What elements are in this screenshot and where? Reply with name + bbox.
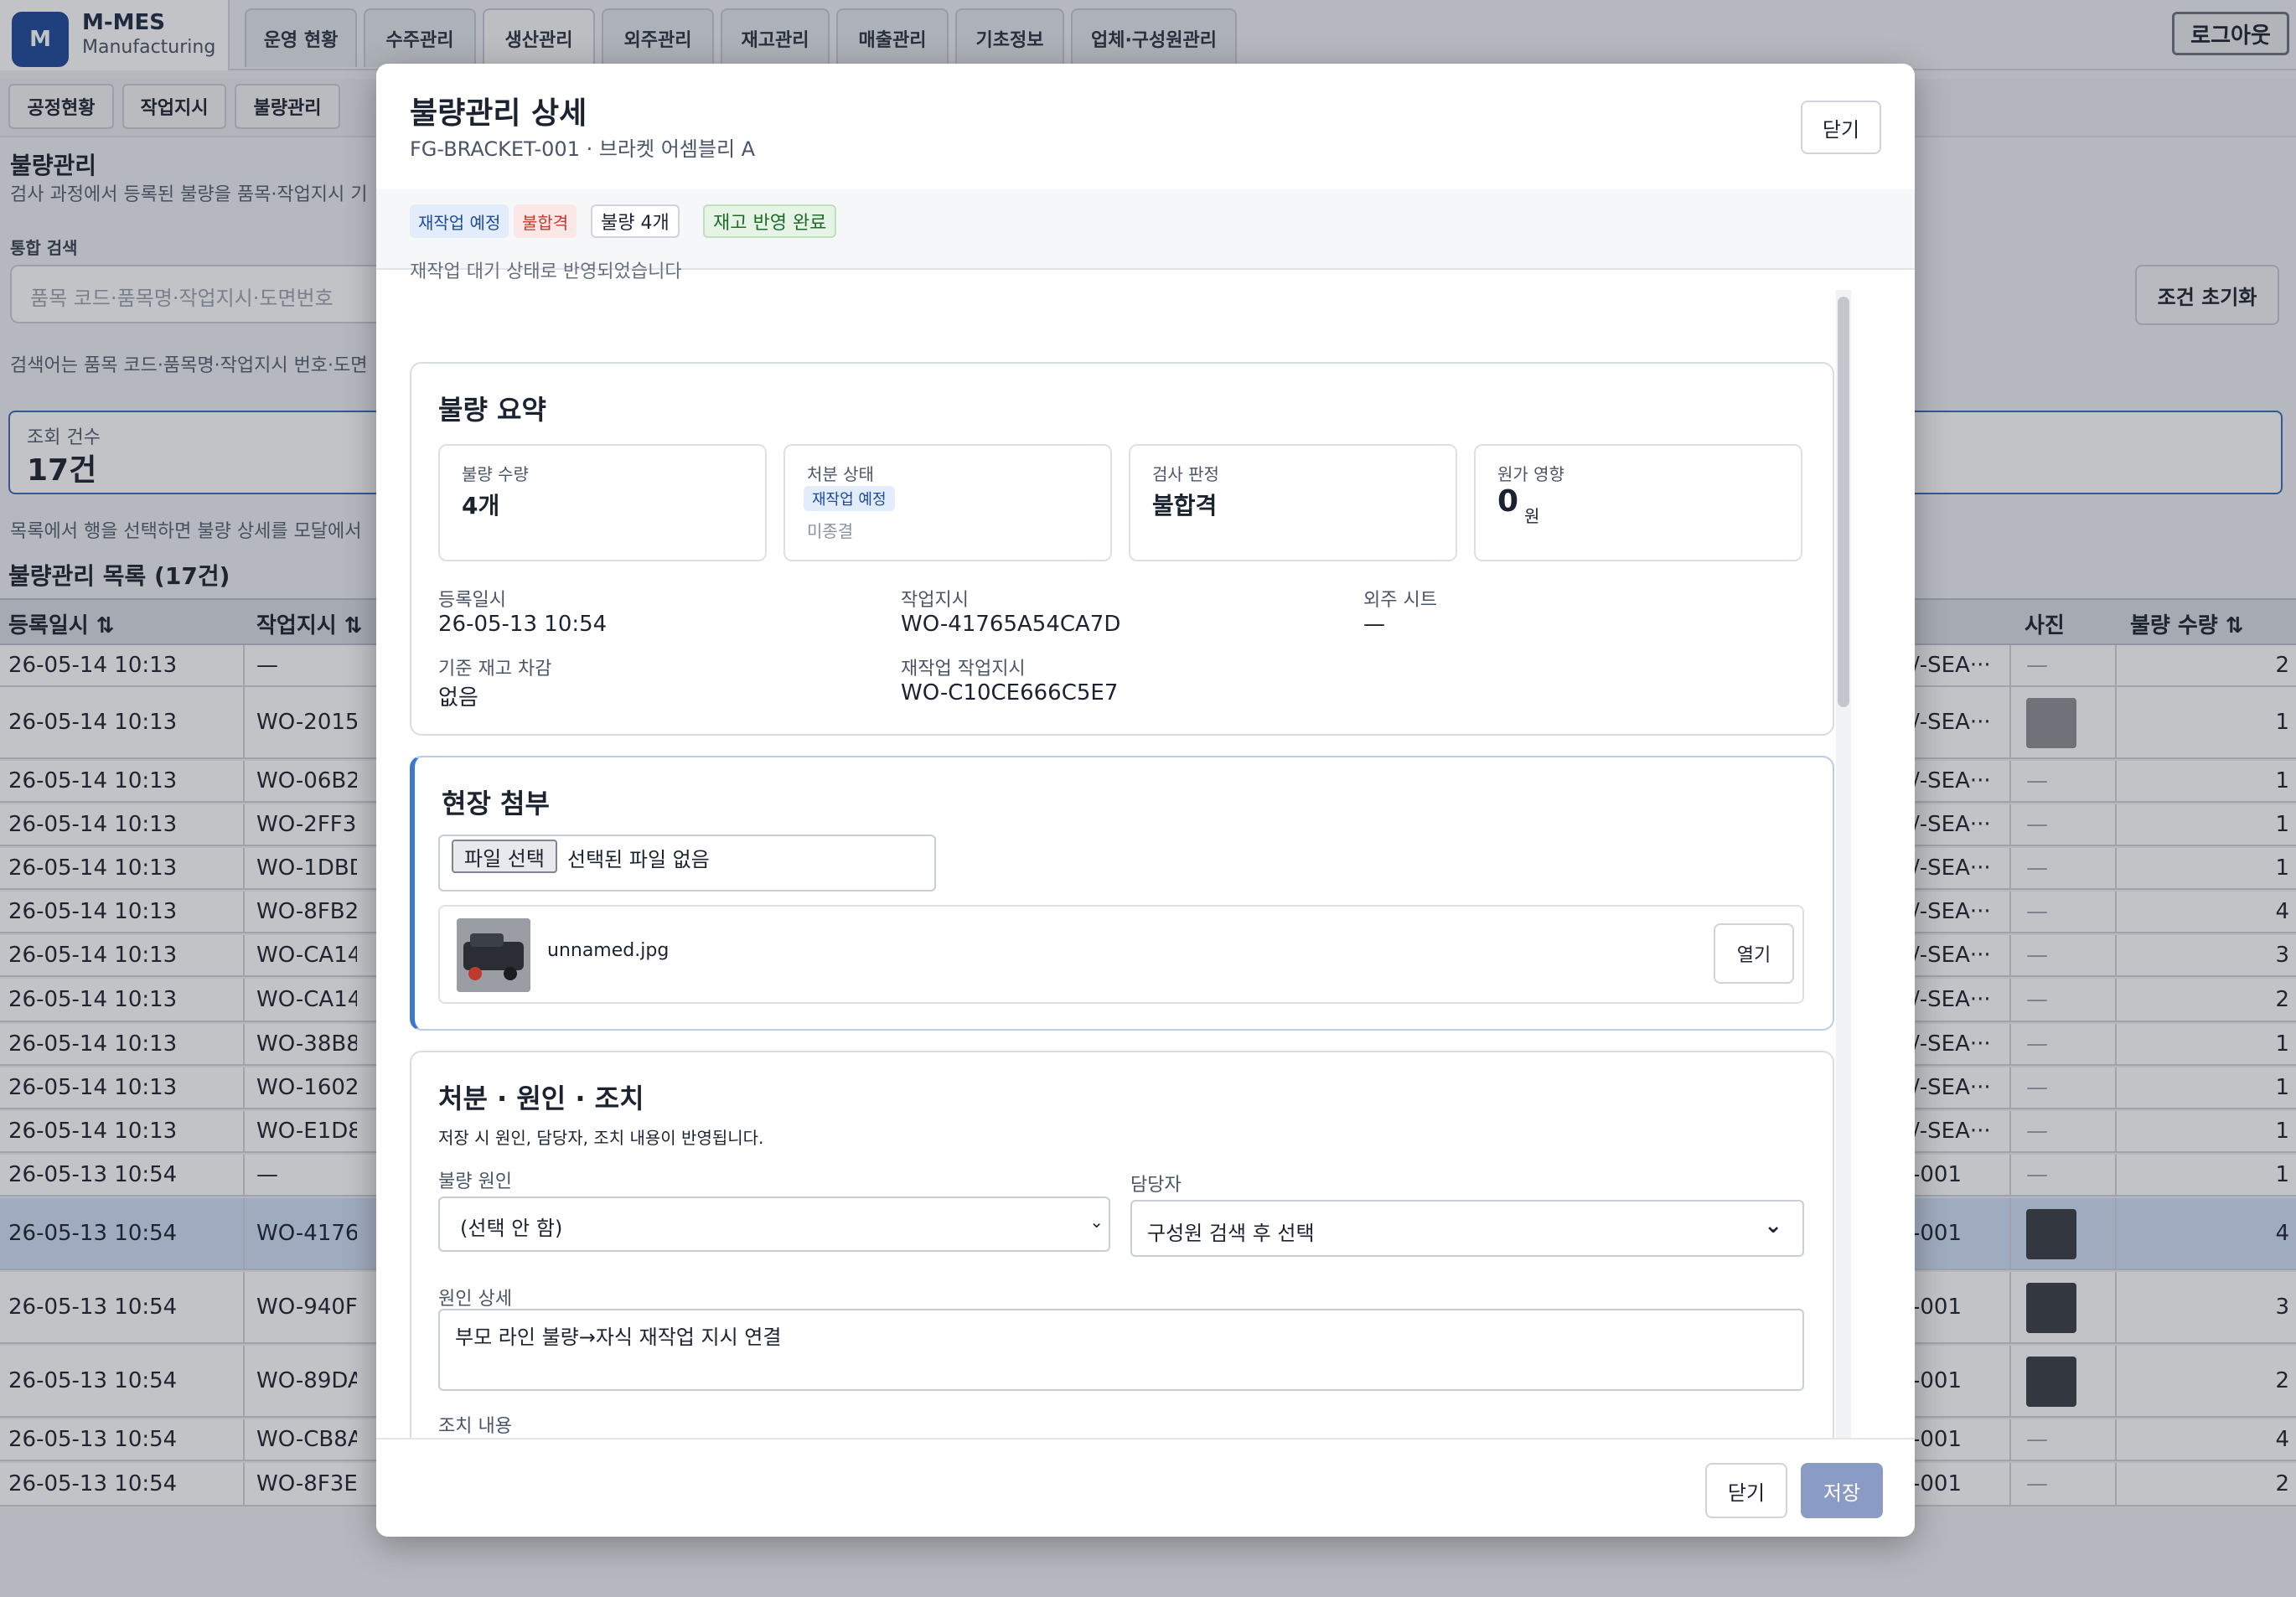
stat-disposition-chip: 재작업 예정 — [804, 486, 895, 511]
field-attachment-card: 현장 첨부 파일 선택 선택된 파일 없음 unnamed.jpg 열기 — [410, 756, 1834, 1031]
stat-disposition-label: 처분 상태 — [807, 464, 874, 484]
owner-label: 담당자 — [1130, 1175, 1182, 1196]
stat-cost-unit: 원 — [1524, 506, 1540, 526]
modal-scrollbar-thumb[interactable] — [1838, 297, 1849, 707]
owner-select[interactable]: 구성원 검색 후 선택 ⌄ — [1130, 1200, 1804, 1257]
attachment-item: unnamed.jpg 열기 — [438, 905, 1804, 1004]
defect-summary-card: 불량 요약 불량 수량 4개 처분 상태 재작업 예정 미종결 검사 판정 불합… — [410, 362, 1834, 736]
chip-failed: 불합격 — [514, 204, 577, 238]
chip-defect-qty: 불량 4개 — [591, 204, 680, 238]
chevron-down-icon: ⌄ — [1089, 1212, 1104, 1232]
stock-deduct-value: 없음 — [438, 685, 478, 711]
file-input[interactable]: 파일 선택 선택된 파일 없음 — [438, 835, 936, 892]
stat-disposition: 처분 상태 재작업 예정 미종결 — [783, 444, 1112, 561]
attachment-thumbnail[interactable] — [457, 918, 530, 992]
cause-detail-label: 원인 상세 — [438, 1289, 512, 1310]
stat-cost-label: 원가 영향 — [1497, 464, 1564, 484]
cause-select-value: (선택 안 함) — [460, 1217, 563, 1240]
stat-inspection-value: 불합격 — [1152, 492, 1218, 519]
stat-cost-value: 0 — [1497, 484, 1519, 519]
save-button[interactable]: 저장 — [1801, 1463, 1883, 1518]
file-status-text: 선택된 파일 없음 — [567, 848, 710, 871]
close-button-top[interactable]: 닫기 — [1801, 101, 1881, 154]
chip-stock-applied: 재고 반영 완료 — [703, 204, 837, 238]
modal-subtitle: FG-BRACKET-001 · 브라켓 어셈블리 A — [410, 137, 756, 161]
cause-detail-value: 부모 라인 불량→자식 재작업 지시 연결 — [455, 1326, 782, 1349]
open-attachment-button[interactable]: 열기 — [1714, 923, 1794, 984]
disposition-note: 저장 시 원인, 담당자, 조치 내용이 반영됩니다. — [438, 1128, 764, 1148]
status-chip-bar: 재작업 예정 불합격 불량 4개 재고 반영 완료 재작업 대기 상태로 반영되… — [376, 189, 1915, 282]
stat-inspection: 검사 판정 불합격 — [1129, 444, 1457, 561]
modal-scroll-area[interactable]: 불량 요약 불량 수량 4개 처분 상태 재작업 예정 미종결 검사 판정 불합… — [410, 290, 1834, 1471]
cause-select[interactable]: (선택 안 함) ⌄ — [438, 1196, 1110, 1252]
owner-select-value: 구성원 검색 후 선택 — [1147, 1222, 1315, 1245]
work-order-value: WO-41765A54CA7D — [901, 612, 1121, 637]
rework-order-value: WO-C10CE666C5E7 — [901, 680, 1119, 705]
reg-date-value: 26-05-13 10:54 — [438, 612, 608, 637]
attachment-filename[interactable]: unnamed.jpg — [547, 940, 669, 961]
stat-defect-qty-label: 불량 수량 — [462, 464, 529, 484]
summary-title: 불량 요약 — [438, 394, 546, 426]
rework-order-label: 재작업 작업지시 — [901, 659, 1026, 680]
stat-defect-qty-value: 4개 — [462, 492, 500, 519]
chip-note: 재작업 대기 상태로 반영되었습니다 — [410, 261, 682, 282]
reg-date-label: 등록일시 — [438, 590, 506, 611]
cause-detail-textarea[interactable]: 부모 라인 불량→자식 재작업 지시 연결 — [438, 1309, 1804, 1391]
action-label: 조치 내용 — [438, 1416, 512, 1437]
modal-footer: 닫기 저장 — [376, 1438, 1915, 1537]
stat-cost-impact: 원가 영향 0 원 — [1474, 444, 1802, 561]
stock-deduct-label: 기준 재고 차감 — [438, 659, 552, 680]
disposition-card: 처분 · 원인 · 조치 저장 시 원인, 담당자, 조치 내용이 반영됩니다.… — [410, 1051, 1834, 1471]
chip-rework-planned: 재작업 예정 — [410, 204, 509, 238]
stat-defect-qty: 불량 수량 4개 — [438, 444, 767, 561]
modal-scrollbar[interactable] — [1836, 290, 1851, 1471]
outsource-sheet-label: 외주 시트 — [1363, 590, 1437, 611]
outsource-sheet-value: — — [1363, 612, 1385, 637]
disposition-title: 처분 · 원인 · 조치 — [438, 1083, 644, 1114]
cause-label: 불량 원인 — [438, 1171, 512, 1192]
attachment-title: 현장 첨부 — [442, 788, 550, 819]
modal-title: 불량관리 상세 — [410, 96, 587, 131]
stat-inspection-label: 검사 판정 — [1152, 464, 1219, 484]
stat-disposition-sub: 미종결 — [807, 521, 854, 541]
defect-detail-modal: 불량관리 상세 FG-BRACKET-001 · 브라켓 어셈블리 A 닫기 재… — [376, 64, 1915, 1537]
close-button-footer[interactable]: 닫기 — [1705, 1463, 1787, 1518]
choose-file-button[interactable]: 파일 선택 — [452, 840, 557, 873]
chevron-down-icon: ⌄ — [1764, 1213, 1782, 1238]
work-order-label: 작업지시 — [901, 590, 969, 611]
